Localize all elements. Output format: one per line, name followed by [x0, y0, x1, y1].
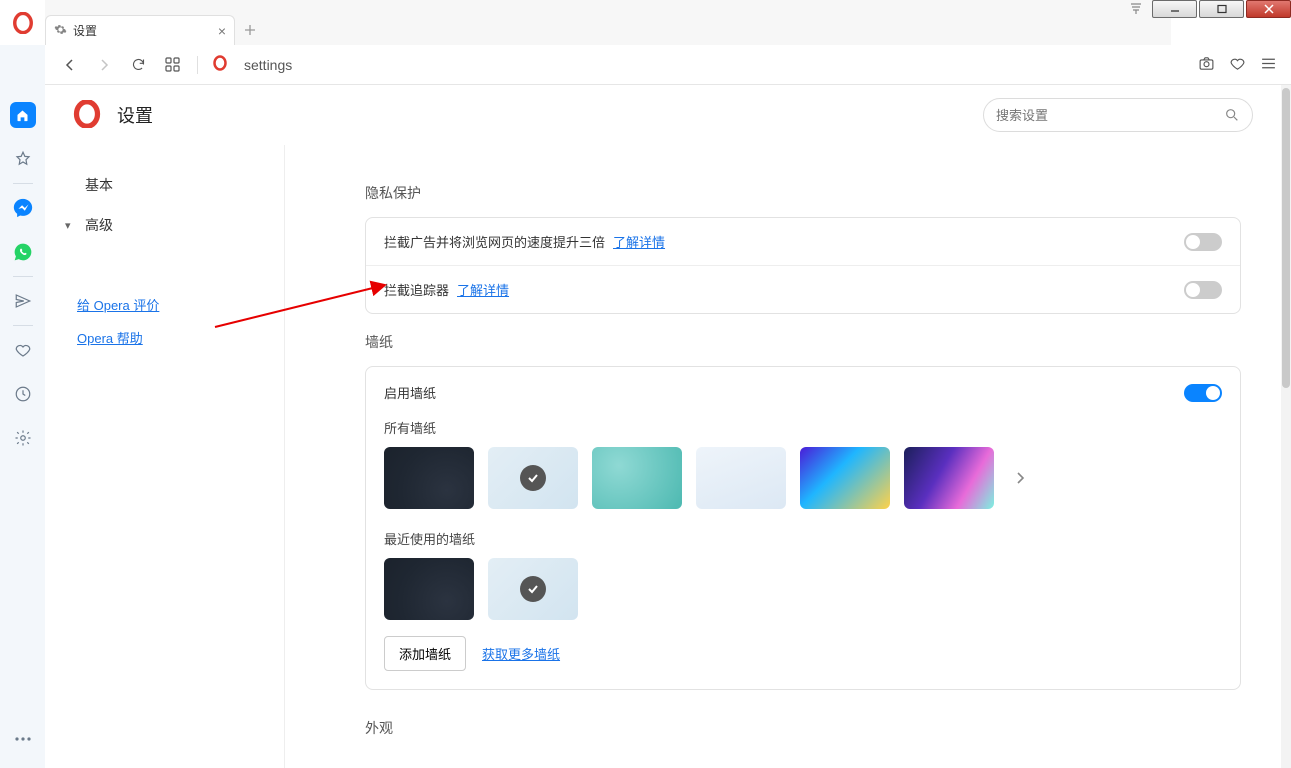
wallpaper-card: 启用墙纸 所有墙纸: [365, 366, 1241, 690]
gear-icon: [54, 23, 67, 39]
get-more-wallpaper-link[interactable]: 获取更多墙纸: [482, 644, 560, 663]
section-privacy-title: 隐私保护: [365, 183, 1241, 203]
wallpaper-thumb-5[interactable]: [800, 447, 890, 509]
speed-dial-button[interactable]: [161, 54, 183, 76]
tab-strip: 设置 ×: [45, 0, 1171, 45]
adblock-toggle[interactable]: [1184, 233, 1222, 251]
sidebar-settings[interactable]: [0, 416, 45, 460]
chevron-down-icon: ▾: [65, 219, 77, 232]
minimize-button[interactable]: [1152, 0, 1197, 18]
opera-menu-button[interactable]: [0, 0, 45, 45]
settings-nav: 基本 ▾ 高级 给 Opera 评价 Opera 帮助: [45, 145, 285, 768]
reload-button[interactable]: [127, 54, 149, 76]
sidebar-messenger[interactable]: [0, 186, 45, 230]
wallpaper-thumb-2[interactable]: [488, 447, 578, 509]
nav-rate-opera[interactable]: 给 Opera 评价: [77, 295, 284, 314]
bookmark-heart-icon[interactable]: [1229, 55, 1246, 75]
row-tracker-block: 拦截追踪器 了解详情: [366, 265, 1240, 313]
scrollbar-track[interactable]: [1281, 85, 1291, 768]
sidebar-personal-news[interactable]: [0, 279, 45, 323]
settings-search[interactable]: [983, 98, 1253, 132]
adblock-learn-more[interactable]: 了解详情: [613, 232, 665, 251]
scrollbar-thumb[interactable]: [1282, 88, 1290, 388]
new-tab-button[interactable]: [239, 19, 261, 41]
sidebar-home[interactable]: [0, 93, 45, 137]
settings-search-input[interactable]: [996, 108, 1224, 123]
url-text[interactable]: settings: [240, 57, 1186, 73]
section-appearance-title: 外观: [365, 718, 1241, 738]
maximize-button[interactable]: [1199, 0, 1244, 18]
wallpaper-next-icon[interactable]: [1008, 466, 1032, 490]
enable-wallpaper-toggle[interactable]: [1184, 384, 1222, 402]
all-wallpapers-label: 所有墙纸: [384, 418, 1222, 437]
tracker-learn-more[interactable]: 了解详情: [457, 280, 509, 299]
address-bar: settings: [45, 45, 1291, 85]
privacy-card: 拦截广告并将浏览网页的速度提升三倍 了解详情 拦截追踪器 了解详情: [365, 217, 1241, 314]
sidebar-bookmarks[interactable]: [0, 137, 45, 181]
recent-wallpapers-label: 最近使用的墙纸: [384, 529, 1222, 548]
section-wallpaper-title: 墙纸: [365, 332, 1241, 352]
sidebar-history[interactable]: [0, 372, 45, 416]
settings-header: 设置: [45, 85, 1281, 145]
row-adblock: 拦截广告并将浏览网页的速度提升三倍 了解详情: [366, 218, 1240, 265]
sidebar-more[interactable]: [0, 724, 45, 768]
check-icon: [520, 576, 546, 602]
easy-setup-icon[interactable]: [1260, 55, 1277, 75]
download-indicator-icon[interactable]: [1122, 0, 1150, 18]
close-button[interactable]: [1246, 0, 1291, 18]
settings-content[interactable]: 隐私保护 拦截广告并将浏览网页的速度提升三倍 了解详情 拦截追踪器 了解详情: [285, 145, 1281, 768]
sidebar-whatsapp[interactable]: [0, 230, 45, 274]
tracker-toggle[interactable]: [1184, 281, 1222, 299]
nav-opera-help[interactable]: Opera 帮助: [77, 328, 284, 347]
wallpaper-thumb-4[interactable]: [696, 447, 786, 509]
sidebar: [0, 45, 45, 768]
wallpaper-thumb-3[interactable]: [592, 447, 682, 509]
search-icon: [1224, 107, 1240, 123]
recent-wallpaper-thumb-2[interactable]: [488, 558, 578, 620]
opera-url-icon: [212, 55, 228, 74]
recent-wallpaper-thumb-1[interactable]: [384, 558, 474, 620]
tab-settings[interactable]: 设置 ×: [45, 15, 235, 45]
enable-wallpaper-label: 启用墙纸: [384, 383, 436, 402]
snapshot-icon[interactable]: [1198, 55, 1215, 75]
wallpaper-thumb-6[interactable]: [904, 447, 994, 509]
nav-basic[interactable]: 基本: [65, 165, 284, 205]
page-title: 设置: [117, 102, 153, 128]
check-icon: [520, 465, 546, 491]
sidebar-favorites[interactable]: [0, 328, 45, 372]
close-tab-icon[interactable]: ×: [218, 23, 226, 39]
back-button[interactable]: [59, 54, 81, 76]
add-wallpaper-button[interactable]: 添加墙纸: [384, 636, 466, 671]
tracker-block-label: 拦截追踪器: [384, 280, 449, 299]
forward-button[interactable]: [93, 54, 115, 76]
nav-advanced[interactable]: ▾ 高级: [65, 205, 284, 245]
tab-title: 设置: [73, 22, 97, 39]
opera-logo-icon: [73, 100, 101, 131]
adblock-label: 拦截广告并将浏览网页的速度提升三倍: [384, 232, 605, 251]
wallpaper-thumb-1[interactable]: [384, 447, 474, 509]
